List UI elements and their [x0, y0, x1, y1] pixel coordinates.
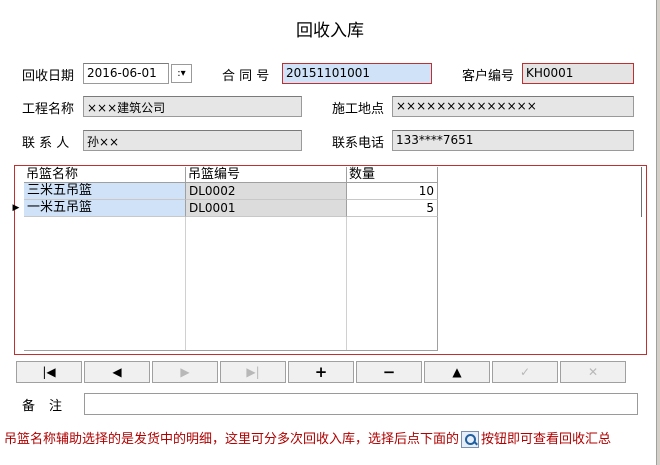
next-record-button[interactable]: ▶ [152, 361, 218, 383]
prior-icon: ◀ [112, 365, 122, 379]
site-field[interactable]: ×××××××××××××× [392, 96, 634, 117]
site-label: 施工地点 [332, 102, 385, 117]
customer-code-label: 客户编号 [462, 69, 515, 84]
chevron-down-icon: :▾ [177, 68, 186, 79]
next-icon: ▶ [180, 365, 190, 379]
page-title: 回收入库 [296, 21, 364, 41]
triangle-up-icon: ▲ [452, 365, 462, 379]
phone-label: 联系电话 [332, 136, 385, 151]
insert-record-button[interactable]: + [288, 361, 354, 383]
notes-field[interactable] [84, 393, 638, 415]
post-record-button[interactable]: ✓ [492, 361, 558, 383]
column-header-qty[interactable]: 数量 [347, 167, 438, 183]
plus-icon: + [314, 363, 328, 381]
hint-text-after: 按钮即可查看回收汇总 [481, 432, 612, 447]
first-record-button[interactable]: |◀ [16, 361, 82, 383]
check-icon: ✓ [519, 365, 531, 379]
cell-qty[interactable]: 10 [347, 183, 438, 200]
delete-record-button[interactable]: − [356, 361, 422, 383]
edit-record-button[interactable]: ▲ [424, 361, 490, 383]
current-row-indicator-icon: ▶ [12, 203, 20, 213]
cell-qty[interactable]: 5 [347, 200, 438, 217]
grid-scrollbar[interactable] [641, 167, 642, 217]
window-frame-right [656, 0, 660, 465]
contract-no-label: 合 同 号 [222, 69, 270, 84]
project-name-label: 工程名称 [22, 102, 75, 117]
column-header-name[interactable]: 吊篮名称 [24, 167, 186, 183]
hint-text: 吊篮名称辅助选择的是发货中的明细，这里可分多次回收入库，选择后点下面的 按钮即可查… [4, 428, 611, 448]
customer-code-field[interactable]: KH0001 [522, 63, 634, 84]
contract-no-field[interactable]: 20151101001 [282, 63, 432, 84]
phone-field[interactable]: 133****7651 [392, 130, 634, 151]
hint-text-before: 吊篮名称辅助选择的是发货中的明细，这里可分多次回收入库，选择后点下面的 [4, 432, 460, 447]
contact-field[interactable]: 孙×× [83, 130, 302, 151]
cell-name[interactable]: 三米五吊篮 [24, 183, 186, 200]
notes-label: 备注 [22, 399, 77, 414]
minus-icon: − [382, 363, 396, 381]
cell-code[interactable]: DL0002 [186, 183, 347, 200]
cancel-record-button[interactable]: ✕ [560, 361, 626, 383]
table-row[interactable]: ▶ 一米五吊篮 DL0001 5 [13, 200, 438, 217]
magnifier-icon[interactable] [461, 431, 480, 448]
first-icon: |◀ [42, 365, 56, 379]
table-row[interactable]: 三米五吊篮 DL0002 10 [24, 183, 438, 200]
recycle-date-label: 回收日期 [22, 69, 75, 84]
last-record-button[interactable]: ▶| [220, 361, 286, 383]
recycle-date-field[interactable]: 2016-06-01 [83, 63, 169, 84]
last-icon: ▶| [246, 365, 260, 379]
close-icon: ✕ [587, 365, 599, 379]
column-header-code[interactable]: 吊篮编号 [186, 167, 347, 183]
grid-bottom-line [24, 350, 438, 351]
prior-record-button[interactable]: ◀ [84, 361, 150, 383]
cell-name[interactable]: 一米五吊篮 [24, 200, 186, 217]
detail-grid[interactable]: 吊篮名称 吊篮编号 数量 三米五吊篮 DL0002 10 ▶ 一米五吊篮 DL0… [13, 167, 642, 351]
date-dropdown-button[interactable]: :▾ [171, 64, 192, 83]
contact-label: 联 系 人 [22, 136, 70, 151]
cell-code[interactable]: DL0001 [186, 200, 347, 217]
project-name-field[interactable]: ×××建筑公司 [83, 96, 302, 117]
